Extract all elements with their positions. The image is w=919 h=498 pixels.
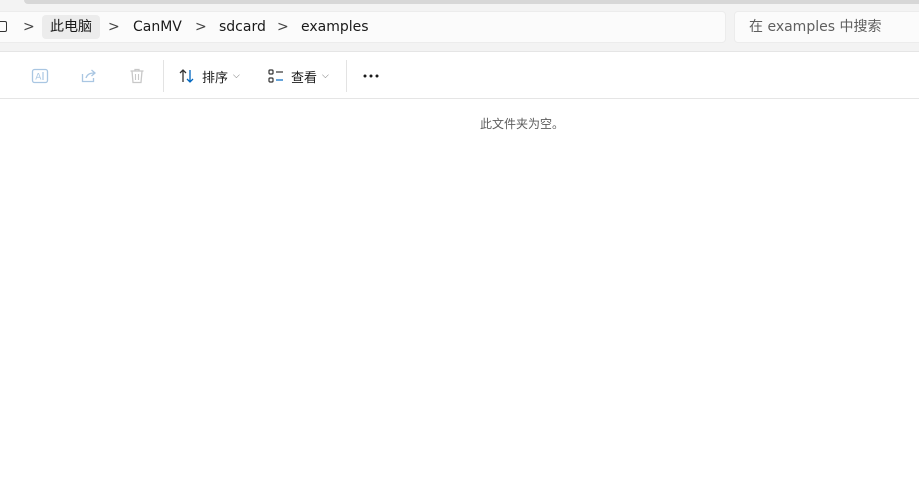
chevron-down-icon: ⌵ bbox=[322, 71, 329, 81]
chevron-right-icon[interactable]: > bbox=[23, 12, 35, 42]
command-bar: A 排序 ⌵ 查看 ⌵ bbox=[0, 53, 919, 99]
view-icon bbox=[268, 69, 283, 83]
view-button[interactable]: 查看 ⌵ bbox=[267, 61, 329, 91]
search-input[interactable]: 在 examples 中搜索 bbox=[734, 11, 919, 43]
breadcrumb-item-examples[interactable]: examples bbox=[293, 12, 377, 42]
rename-button[interactable]: A bbox=[30, 61, 50, 91]
address-bar[interactable]: > 此电脑 > CanMV > sdcard > examples bbox=[0, 11, 726, 43]
chevron-right-icon[interactable]: > bbox=[108, 12, 120, 42]
more-options-button[interactable] bbox=[361, 61, 381, 91]
this-pc-icon[interactable] bbox=[0, 21, 7, 32]
breadcrumb-item-canmv[interactable]: CanMV bbox=[125, 12, 190, 42]
navigation-bar: > 此电脑 > CanMV > sdcard > examples 在 exam… bbox=[0, 0, 919, 52]
toolbar-separator bbox=[346, 60, 347, 92]
window-edge bbox=[24, 0, 919, 4]
more-icon bbox=[363, 74, 379, 78]
breadcrumb-item-this-pc[interactable]: 此电脑 bbox=[42, 15, 100, 39]
trash-icon bbox=[130, 68, 144, 84]
view-label: 查看 bbox=[291, 70, 318, 86]
sort-icon bbox=[179, 69, 194, 83]
sort-label: 排序 bbox=[202, 70, 229, 86]
file-list-area[interactable] bbox=[0, 99, 919, 498]
breadcrumb-item-sdcard[interactable]: sdcard bbox=[211, 12, 274, 42]
delete-button[interactable] bbox=[127, 61, 147, 91]
chevron-right-icon[interactable]: > bbox=[195, 12, 207, 42]
share-button[interactable] bbox=[79, 61, 99, 91]
chevron-right-icon[interactable]: > bbox=[277, 12, 289, 42]
sort-button[interactable]: 排序 ⌵ bbox=[178, 61, 240, 91]
chevron-down-icon: ⌵ bbox=[233, 71, 240, 81]
rename-icon: A bbox=[31, 68, 49, 84]
toolbar-separator bbox=[163, 60, 164, 92]
empty-folder-message: 此文件夹为空。 bbox=[480, 117, 565, 131]
share-icon bbox=[81, 69, 96, 83]
svg-text:A: A bbox=[35, 73, 42, 83]
